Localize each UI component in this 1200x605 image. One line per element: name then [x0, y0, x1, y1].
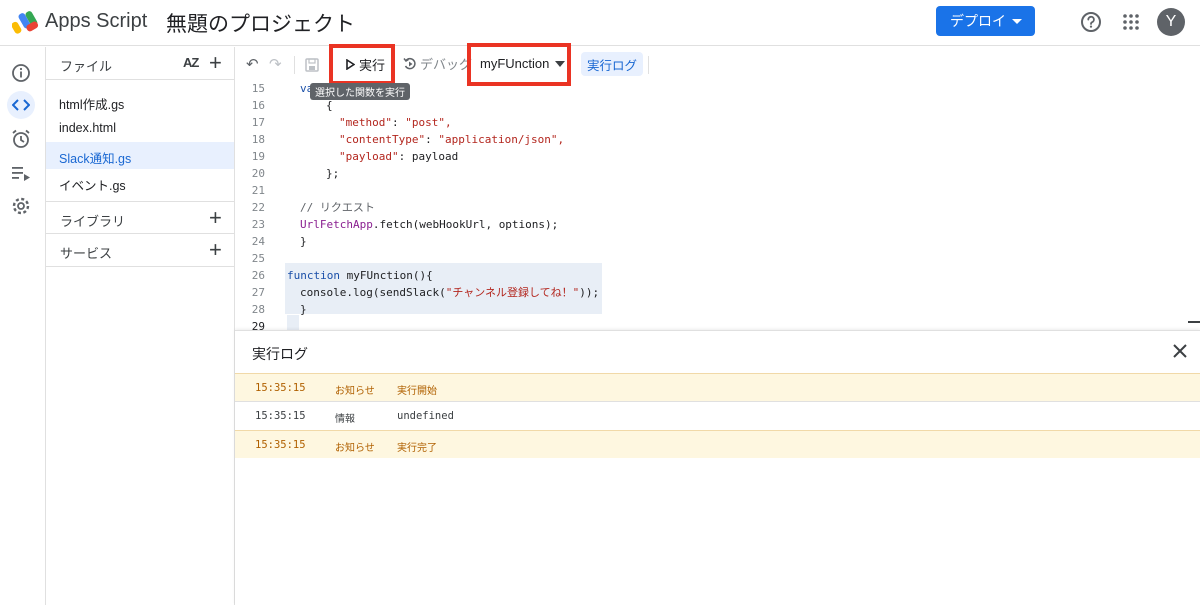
sort-az-icon[interactable]: AZ [183, 55, 199, 70]
libraries-label: ライブラリ [60, 214, 126, 229]
code-line: 19 "payload": payload [251, 150, 459, 163]
alarm-clock-icon [12, 129, 30, 148]
function-highlight-box [467, 43, 571, 86]
execution-log-panel: 実行ログ 15:35:15 お知らせ 実行開始 15:35:15 情報 unde… [235, 330, 1200, 605]
services-section[interactable]: サービス + [46, 234, 235, 267]
code-line: 17 "method": "post", [251, 116, 452, 129]
deploy-button[interactable]: デプロイ [936, 6, 1035, 36]
code-line: 20 }; [251, 167, 340, 180]
code-line: 28 } [251, 303, 307, 316]
toolbar-divider [648, 56, 649, 74]
debug-icon [403, 57, 416, 69]
log-entry: 15:35:15 お知らせ 実行開始 [235, 373, 1200, 401]
avatar[interactable]: Y [1157, 8, 1185, 36]
code-line: 29 [251, 320, 265, 330]
add-file-plus-icon[interactable]: + [209, 52, 222, 74]
caret-down-icon [1012, 19, 1022, 24]
project-title[interactable]: 無題のプロジェクト [166, 8, 355, 38]
toolbar-divider [294, 56, 295, 74]
file-item[interactable]: html作成.gs [46, 88, 234, 115]
rail-triggers[interactable] [7, 125, 35, 153]
log-entry: 15:35:15 情報 undefined [235, 401, 1200, 429]
code-icon [12, 99, 30, 111]
close-icon[interactable] [1173, 344, 1187, 358]
left-nav-rail [0, 47, 46, 605]
code-line: 27 console.log(sendSlack("チャンネル登録してね！"))… [251, 286, 600, 299]
rail-editor[interactable] [7, 91, 35, 119]
file-item[interactable]: イベント.gs [46, 169, 234, 196]
undo-icon[interactable]: ↶ [246, 55, 259, 73]
code-line: 26 function myFUnction(){ [251, 269, 433, 282]
code-line: 22 // リクエスト [251, 201, 375, 214]
redo-icon[interactable]: ↷ [269, 55, 282, 73]
settings-gear-icon [12, 197, 30, 215]
rail-executions[interactable] [7, 159, 35, 187]
app-name[interactable]: Apps Script [45, 10, 147, 33]
apps-grid-icon[interactable] [1122, 13, 1140, 31]
code-line: 21 [251, 184, 265, 197]
libraries-section[interactable]: ライブラリ + [46, 201, 235, 234]
code-line: 23 UrlFetchApp.fetch(webHookUrl, options… [251, 218, 559, 231]
debug-button[interactable]: デバッグ [403, 54, 472, 73]
help-icon[interactable] [1080, 11, 1102, 33]
add-library-plus-icon[interactable]: + [209, 207, 222, 229]
code-line: 25 [251, 252, 265, 265]
debug-label: デバッグ [420, 57, 473, 72]
services-label: サービス [60, 246, 113, 261]
top-bar: Apps Script 無題のプロジェクト デプロイ Y [0, 0, 1200, 46]
execution-log-button[interactable]: 実行ログ [581, 52, 644, 76]
info-icon [12, 64, 30, 82]
deploy-button-label: デプロイ [950, 13, 1006, 29]
files-header: ファイル AZ + [46, 47, 235, 80]
executions-icon [12, 167, 30, 181]
code-line: 24 } [251, 235, 307, 248]
files-title: ファイル [60, 59, 113, 74]
run-tooltip: 選択した関数を実行 [310, 83, 410, 100]
code-line: 18 "contentType": "application/json", [251, 133, 565, 146]
apps-script-logo[interactable] [12, 9, 40, 35]
code-editor[interactable]: 15 va 16 { 17 "method": "post", 18 "cont… [235, 83, 1200, 330]
log-panel-title: 実行ログ [252, 346, 308, 362]
files-panel: ファイル AZ + html作成.gs index.html Slack通知.g… [46, 47, 235, 605]
file-item-active[interactable]: Slack通知.gs [46, 142, 234, 169]
run-highlight-box [329, 44, 395, 85]
rail-overview[interactable] [7, 59, 35, 87]
rail-settings[interactable] [7, 192, 35, 220]
add-service-plus-icon[interactable]: + [209, 239, 222, 261]
save-icon[interactable] [305, 58, 319, 72]
scrollbar-marker[interactable] [1188, 321, 1200, 323]
file-item[interactable]: index.html [46, 115, 234, 142]
log-entry: 15:35:15 お知らせ 実行完了 [235, 430, 1200, 458]
